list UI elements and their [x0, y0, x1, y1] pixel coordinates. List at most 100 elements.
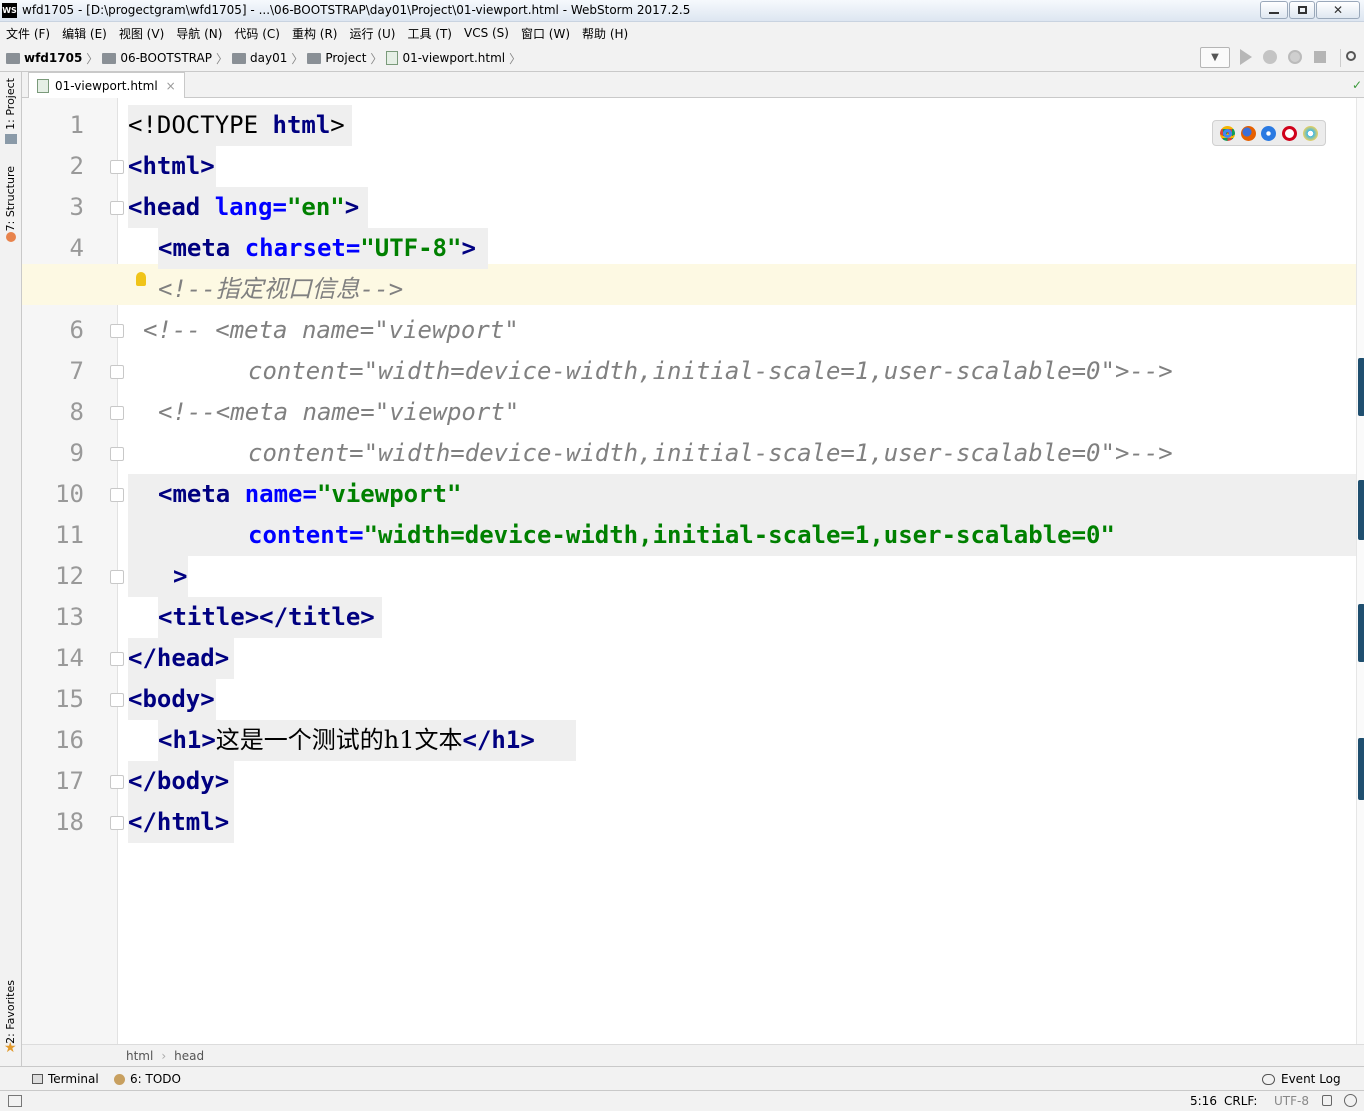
- todo-button[interactable]: 6: TODO: [114, 1072, 181, 1086]
- tab-structure[interactable]: 7: Structure: [4, 166, 17, 231]
- line-number-gutter: 1 2 3 4 5 6 7 8 9 10 11 12 13 14 15 16 1…: [22, 98, 124, 1044]
- code-line-8: <!--<meta name="viewport": [158, 398, 520, 426]
- line-number: 3: [69, 193, 84, 221]
- menu-view[interactable]: 视图 (V): [113, 25, 170, 42]
- code-editor[interactable]: <!DOCTYPE html> <html> <head lang="en"> …: [118, 98, 1356, 1044]
- code-line-16: <h1>这是一个测试的h1文本</h1>: [158, 726, 535, 754]
- line-number: 12: [55, 562, 84, 590]
- line-number: 11: [55, 521, 84, 549]
- coverage-icon[interactable]: [1288, 50, 1302, 64]
- code-line-6: <!-- <meta name="viewport": [143, 316, 519, 344]
- line-number: 9: [69, 439, 84, 467]
- minimize-icon: [1269, 12, 1279, 14]
- caret-position[interactable]: 5:16: [1190, 1094, 1217, 1108]
- star-icon: ★: [4, 1040, 17, 1056]
- close-tab-icon[interactable]: ×: [166, 79, 176, 93]
- path-item-head[interactable]: head: [174, 1049, 204, 1063]
- left-tool-strip: 1: Project 7: Structure 2: Favorites ★: [0, 72, 22, 1092]
- breadcrumb-file[interactable]: 01-viewport.html: [386, 51, 505, 65]
- todo-icon: [114, 1073, 125, 1085]
- scroll-marker: [1358, 738, 1364, 800]
- tool-windows-toggle-icon[interactable]: [8, 1095, 22, 1107]
- restore-icon: [1297, 6, 1307, 14]
- close-icon: ✕: [1332, 3, 1344, 17]
- chrome-icon[interactable]: [1219, 125, 1235, 141]
- menu-code[interactable]: 代码 (C): [228, 25, 286, 42]
- menu-vcs[interactable]: VCS (S): [458, 26, 515, 40]
- webstorm-logo-icon: WS: [2, 3, 17, 18]
- file-encoding[interactable]: UTF-8: [1274, 1094, 1309, 1108]
- code-line-13: <title></title>: [158, 603, 375, 631]
- structure-icon: [6, 232, 16, 242]
- lightbulb-icon[interactable]: [136, 272, 146, 286]
- scroll-marker: [1358, 358, 1364, 416]
- terminal-button[interactable]: Terminal: [32, 1072, 99, 1086]
- breadcrumb-project-folder[interactable]: Project: [307, 51, 366, 65]
- line-number: 8: [69, 398, 84, 426]
- menu-file[interactable]: 文件 (F): [0, 25, 56, 42]
- line-number: 10: [55, 480, 84, 508]
- event-log-icon: [1262, 1073, 1275, 1085]
- breadcrumb-project[interactable]: wfd1705: [6, 51, 82, 65]
- code-line-4: <meta charset="UTF-8">: [158, 234, 476, 262]
- breadcrumb-bootstrap[interactable]: 06-BOOTSTRAP: [102, 51, 212, 65]
- inspector-icon[interactable]: [1344, 1094, 1357, 1107]
- breadcrumb-day01[interactable]: day01: [232, 51, 287, 65]
- chevron-down-icon: ▼: [1211, 52, 1219, 63]
- breadcrumb-separator-icon: 〉: [509, 51, 522, 66]
- tab-favorites[interactable]: 2: Favorites: [4, 980, 17, 1044]
- line-separator[interactable]: CRLF:: [1224, 1094, 1257, 1108]
- scroll-marker: [1358, 480, 1364, 540]
- code-line-12: >: [173, 562, 188, 590]
- restore-button[interactable]: [1289, 1, 1315, 19]
- path-item-html[interactable]: html: [126, 1049, 153, 1063]
- menu-window[interactable]: 窗口 (W): [515, 25, 576, 42]
- menu-tools[interactable]: 工具 (T): [401, 25, 458, 42]
- event-log-button[interactable]: Event Log: [1262, 1072, 1341, 1086]
- scroll-marker: [1358, 604, 1364, 662]
- line-number: 4: [69, 234, 84, 262]
- line-number: 16: [55, 726, 84, 754]
- minimize-button[interactable]: [1260, 1, 1288, 19]
- path-separator-icon: ›: [161, 1048, 167, 1063]
- safari-icon[interactable]: [1261, 125, 1277, 141]
- firefox-icon[interactable]: [1240, 125, 1256, 141]
- menu-bar: 文件 (F) 编辑 (E) 视图 (V) 导航 (N) 代码 (C) 重构 (R…: [0, 22, 1364, 44]
- tab-label: 01-viewport.html: [55, 78, 158, 93]
- menu-refactor[interactable]: 重构 (R): [286, 25, 344, 42]
- menu-navigate[interactable]: 导航 (N): [170, 25, 228, 42]
- folder-icon: [232, 52, 246, 64]
- debug-icon[interactable]: [1263, 50, 1277, 64]
- line-number: 14: [55, 644, 84, 672]
- line-number: 2: [69, 152, 84, 180]
- lock-icon[interactable]: [1322, 1095, 1332, 1106]
- opera-icon[interactable]: [1282, 125, 1298, 141]
- close-window-button[interactable]: ✕: [1316, 1, 1360, 19]
- inspection-ok-icon: ✓: [1352, 78, 1363, 92]
- code-line-18: </html>: [128, 808, 230, 836]
- menu-help[interactable]: 帮助 (H): [576, 25, 634, 42]
- code-line-15: <body>: [128, 685, 215, 713]
- breadcrumb-separator-icon: 〉: [215, 51, 228, 66]
- navigation-bar: wfd1705 〉 06-BOOTSTRAP 〉 day01 〉 Project…: [0, 44, 1364, 72]
- search-everywhere-button[interactable]: [1340, 49, 1360, 67]
- editor-tab-bar: 01-viewport.html × ✓: [22, 72, 1364, 98]
- tab-01-viewport-html[interactable]: 01-viewport.html ×: [28, 72, 185, 98]
- stop-icon[interactable]: [1314, 51, 1326, 63]
- folder-icon: [307, 52, 322, 64]
- search-icon: [1346, 51, 1356, 61]
- tab-project[interactable]: 1: Project: [4, 78, 17, 130]
- menu-run[interactable]: 运行 (U): [344, 25, 402, 42]
- folder-icon: [102, 52, 117, 64]
- line-number: 6: [69, 316, 84, 344]
- menu-edit[interactable]: 编辑 (E): [56, 25, 113, 42]
- editor-scrollbar[interactable]: [1356, 98, 1364, 1044]
- line-number: 17: [55, 767, 84, 795]
- line-number: 13: [55, 603, 84, 631]
- breadcrumb: wfd1705 〉 06-BOOTSTRAP 〉 day01 〉 Project…: [6, 44, 525, 72]
- window-title: wfd1705 - [D:\progectgram\wfd1705] - ...…: [22, 3, 691, 17]
- run-icon[interactable]: [1240, 49, 1252, 65]
- ie-icon[interactable]: [1303, 125, 1319, 141]
- run-config-dropdown[interactable]: ▼: [1200, 47, 1230, 68]
- code-line-1: <!DOCTYPE html>: [128, 111, 345, 139]
